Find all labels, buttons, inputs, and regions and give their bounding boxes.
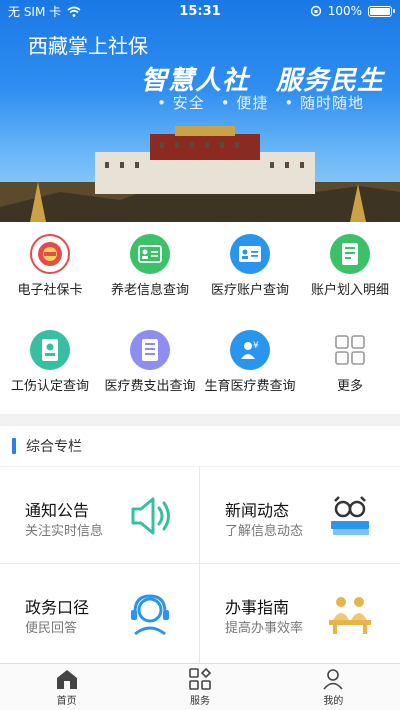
transfer-detail-icon [330,234,370,274]
card-title: 办事指南 [225,598,290,617]
battery-icon [368,5,395,17]
card-subtitle: 了解信息动态 [225,524,304,539]
card-title: 新闻动态 [225,501,290,520]
tab-home[interactable]: 首页 [0,664,133,710]
maternity-icon: ¥ [230,330,270,370]
service-label: 电子社保卡 [17,283,83,298]
pension-icon [130,234,170,274]
service-label: 医疗账户查询 [210,283,289,298]
tab-label: 我的 [323,695,344,707]
card-subtitle: 关注实时信息 [25,524,104,539]
service-label: 工伤认定查询 [10,379,89,394]
more-grid-icon [330,330,370,370]
card-notice[interactable]: 通知公告 关注实时信息 [0,467,199,563]
carrier-text: 无 SIM 卡 [8,4,62,19]
books-icon [331,496,369,535]
injury-icon [30,330,70,370]
headset-icon [131,594,169,636]
service-label: 医疗费支出查询 [104,379,196,394]
grid-icon [189,667,212,690]
tab-services[interactable]: 服务 [133,664,266,710]
service-transfer-detail[interactable]: 账户划入明细 [300,222,400,318]
section-header: 综合专栏 [0,426,400,466]
svg-text:¥: ¥ [253,341,259,351]
service-medical-account[interactable]: 医疗账户查询 [200,222,300,318]
battery-percent: 100% [327,4,362,18]
service-more[interactable]: 更多 [300,318,400,414]
service-label: 更多 [336,379,363,394]
service-pension-query[interactable]: 养老信息查询 [100,222,200,318]
user-icon [323,668,343,690]
status-time: 15:31 [179,3,221,19]
orientation-lock-icon [310,5,321,17]
tab-label: 首页 [56,695,77,707]
banner-sub-slogan: • 安全 • 便捷 • 随时随地 [157,94,364,112]
medical-expense-icon [130,330,170,370]
section-title: 综合专栏 [26,439,82,455]
card-divider-vertical [199,467,200,663]
service-maternity-query[interactable]: ¥ 生育医疗费查询 [200,318,300,414]
service-label: 生育医疗费查询 [204,379,296,394]
card-title: 通知公告 [25,501,90,520]
service-label: 账户划入明细 [310,283,389,298]
app-title: 西藏掌上社保 [28,34,148,58]
card-policy[interactable]: 政务口径 便民回答 [0,564,199,660]
service-injury-query[interactable]: 工伤认定查询 [0,318,100,414]
home-icon [56,669,77,689]
wifi-icon [67,6,81,17]
card-news[interactable]: 新闻动态 了解信息动态 [200,467,399,563]
services-grid: 电子社保卡 养老信息查询 医疗账户查询 账户划入明细 工伤认定查询 医疗费支出查… [0,222,400,414]
service-label: 养老信息查询 [110,283,189,298]
palace-image [0,126,400,222]
card-guide[interactable]: 办事指南 提高办事效率 [200,564,399,660]
status-bar: 无 SIM 卡 15:31 100% [0,0,400,22]
tab-mine[interactable]: 我的 [267,664,400,710]
card-subtitle: 提高办事效率 [225,621,304,636]
card-divider-horizontal [0,563,400,564]
medical-account-icon [230,234,270,274]
feature-cards: 通知公告 关注实时信息 新闻动态 了解信息动态 政务口径 便民回答 办事指南 提… [0,467,400,663]
speaker-icon [131,497,170,535]
social-card-icon [30,234,70,274]
card-subtitle: 便民回答 [25,621,78,636]
service-medical-expense[interactable]: 医疗费支出查询 [100,318,200,414]
service-electronic-card[interactable]: 电子社保卡 [0,222,100,318]
service-desk-icon [329,597,371,634]
tab-label: 服务 [189,695,210,707]
card-title: 政务口径 [25,598,90,617]
banner: 西藏掌上社保 智慧人社 服务民生 • 安全 • 便捷 • 随时随地 [0,0,400,222]
section-accent-bar [12,438,16,454]
tab-bar: 首页 服务 我的 [0,663,400,710]
